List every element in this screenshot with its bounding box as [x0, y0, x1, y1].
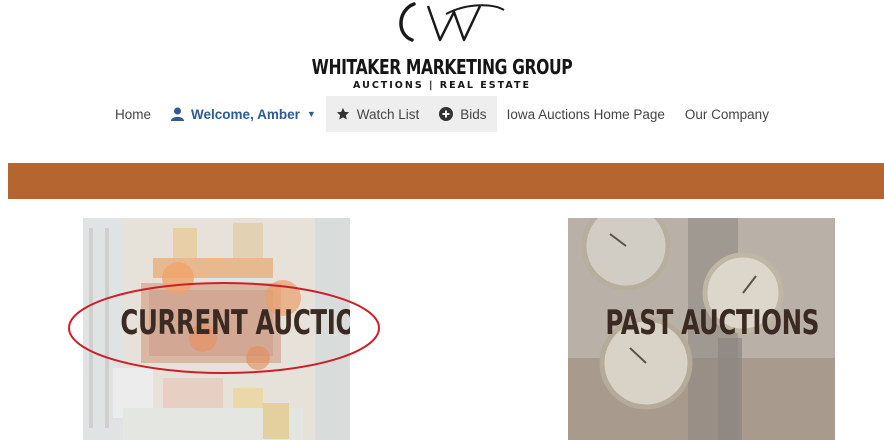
nav-iowa-auctions-label: Iowa Auctions Home Page [506, 106, 665, 122]
nav-watch-list[interactable]: Watch List [325, 96, 430, 132]
chevron-down-icon: ▼ [306, 109, 316, 119]
nav-watch-list-label: Watch List [356, 106, 420, 122]
nav-bids[interactable]: Bids [429, 96, 497, 132]
logo-monogram-icon[interactable] [384, 0, 510, 46]
current-auctions-label: CURRENT AUCTIONS [120, 303, 350, 343]
nav-our-company[interactable]: Our Company [675, 96, 779, 132]
accent-band [8, 163, 884, 199]
current-auctions-tile[interactable]: CURRENT AUCTIONS [83, 218, 350, 440]
nav-our-company-label: Our Company [684, 106, 769, 122]
main-nav: Home Welcome, Amber ▼ Watch List Bids Io… [0, 96, 884, 132]
nav-home[interactable]: Home [105, 96, 161, 132]
nav-user-label: Welcome, Amber [191, 106, 300, 122]
brand-name: WHITAKER MARKETING GROUP [311, 55, 573, 79]
past-auctions-label: PAST AUCTIONS [605, 303, 819, 343]
nav-bids-label: Bids [460, 106, 487, 122]
brand-tagline: AUCTIONS | REAL ESTATE [353, 80, 531, 91]
star-icon [336, 107, 350, 121]
nav-iowa-auctions[interactable]: Iowa Auctions Home Page [497, 96, 675, 132]
user-icon [171, 107, 185, 121]
nav-user-menu[interactable]: Welcome, Amber ▼ [161, 96, 326, 132]
past-auctions-tile[interactable]: PAST AUCTIONS [568, 218, 835, 440]
plus-circle-icon [439, 107, 454, 121]
nav-home-label: Home [115, 106, 152, 122]
